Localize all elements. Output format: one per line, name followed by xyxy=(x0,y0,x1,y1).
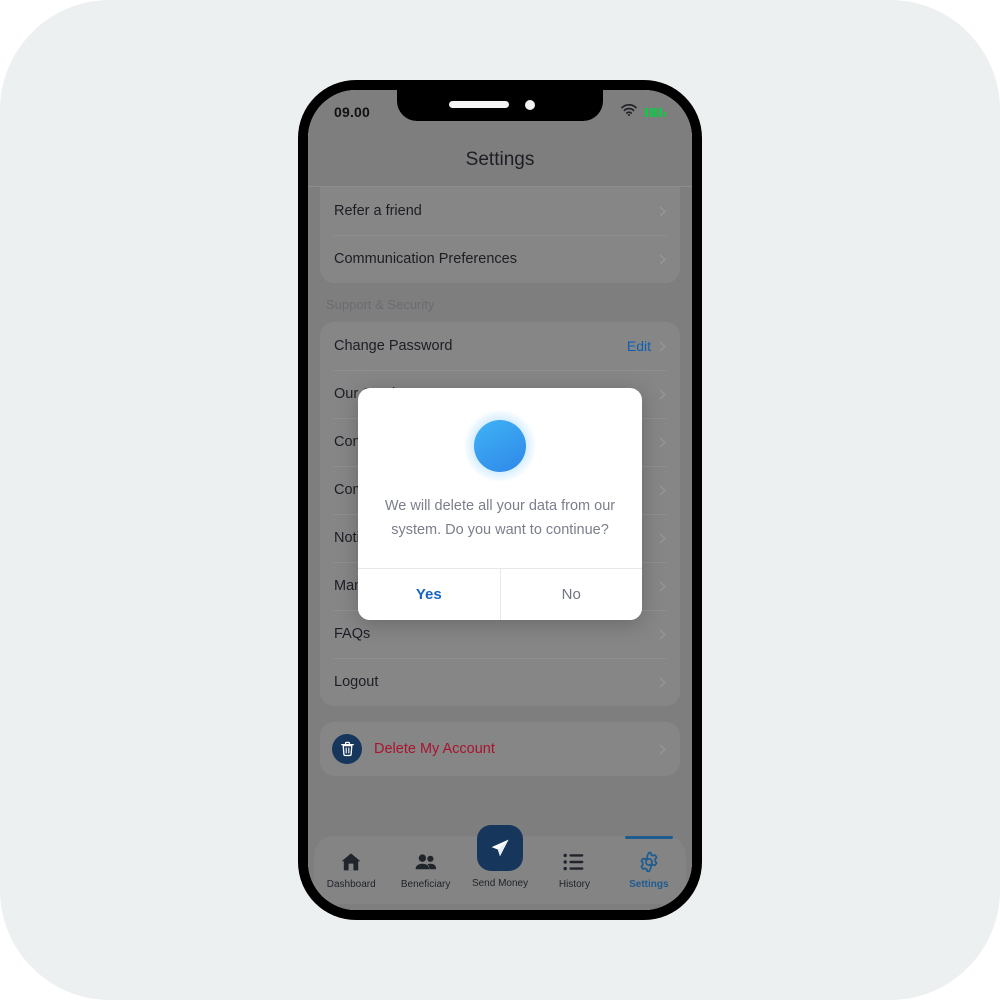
tab-history[interactable]: History xyxy=(537,836,611,904)
confirm-delete-dialog: We will delete all your data from our sy… xyxy=(358,388,642,620)
trash-icon xyxy=(332,734,362,764)
app-surface: 09.00 Settings Refer a friend Communicat… xyxy=(308,90,692,910)
wifi-icon xyxy=(621,103,637,121)
tab-label: Beneficiary xyxy=(400,879,451,890)
section-header: Support & Security xyxy=(326,297,435,312)
chevron-right-icon xyxy=(655,341,666,351)
list-item-label: Change Password xyxy=(334,338,453,354)
chevron-right-icon xyxy=(655,437,666,447)
app-header: Settings xyxy=(308,134,692,187)
tab-label: Send Money xyxy=(471,878,529,889)
chevron-right-icon xyxy=(655,629,666,639)
status-time: 09.00 xyxy=(334,104,371,120)
phone-frame: 09.00 Settings Refer a friend Communicat… xyxy=(298,80,702,920)
chevron-right-icon xyxy=(655,533,666,543)
tab-beneficiary[interactable]: Beneficiary xyxy=(388,836,462,904)
status-indicators xyxy=(621,103,666,121)
paper-plane-icon[interactable] xyxy=(477,825,524,871)
gear-icon xyxy=(637,850,661,874)
delete-account-group: Delete My Account xyxy=(320,722,680,776)
page-title: Settings xyxy=(465,149,535,170)
tab-dashboard[interactable]: Dashboard xyxy=(314,836,388,904)
chevron-right-icon xyxy=(655,485,666,495)
dialog-actions: Yes No xyxy=(358,568,642,620)
tab-settings[interactable]: Settings xyxy=(612,836,686,904)
front-camera xyxy=(525,100,535,110)
confirm-yes-button[interactable]: Yes xyxy=(358,569,500,620)
dialog-message: We will delete all your data from our sy… xyxy=(384,498,616,538)
people-icon xyxy=(414,850,438,874)
list-item[interactable]: Communication Preferences xyxy=(320,235,680,283)
chevron-right-icon xyxy=(655,254,666,264)
dialog-icon-wrap xyxy=(358,388,642,482)
chevron-right-icon xyxy=(655,744,666,754)
phone-notch xyxy=(397,90,603,121)
edit-link[interactable]: Edit xyxy=(627,338,651,354)
page-canvas: 09.00 Settings Refer a friend Communicat… xyxy=(0,0,1000,1000)
list-item[interactable]: Change Password Edit xyxy=(320,322,680,370)
earpiece-speaker xyxy=(449,101,509,108)
chevron-right-icon xyxy=(655,389,666,399)
chevron-right-icon xyxy=(655,206,666,216)
tab-label: Settings xyxy=(629,879,669,890)
bottom-tab-bar: Dashboard Beneficiary Send Money History… xyxy=(314,825,686,904)
list-item[interactable]: Refer a friend xyxy=(320,187,680,235)
phone-screen: 09.00 Settings Refer a friend Communicat… xyxy=(308,90,692,910)
list-item-label: Refer a friend xyxy=(334,203,422,219)
chevron-right-icon xyxy=(655,677,666,687)
list-item-label: Communication Preferences xyxy=(334,251,517,267)
battery-icon xyxy=(645,107,666,117)
home-icon xyxy=(340,850,362,874)
tab-send-money[interactable]: Send Money xyxy=(463,825,537,904)
list-item[interactable]: Logout xyxy=(320,658,680,706)
tab-label: History xyxy=(558,879,590,890)
settings-group-top: Refer a friend Communication Preferences xyxy=(320,187,680,283)
chevron-right-icon xyxy=(655,581,666,591)
list-item-label: Logout xyxy=(334,674,379,690)
tab-label: Dashboard xyxy=(326,879,376,890)
list-icon xyxy=(563,850,585,874)
info-icon xyxy=(464,410,536,482)
info-icon-circle xyxy=(474,420,526,472)
delete-account-label: Delete My Account xyxy=(374,741,495,757)
list-item-label: FAQs xyxy=(334,626,371,642)
cancel-no-button[interactable]: No xyxy=(499,569,642,620)
delete-account-row[interactable]: Delete My Account xyxy=(320,722,680,776)
